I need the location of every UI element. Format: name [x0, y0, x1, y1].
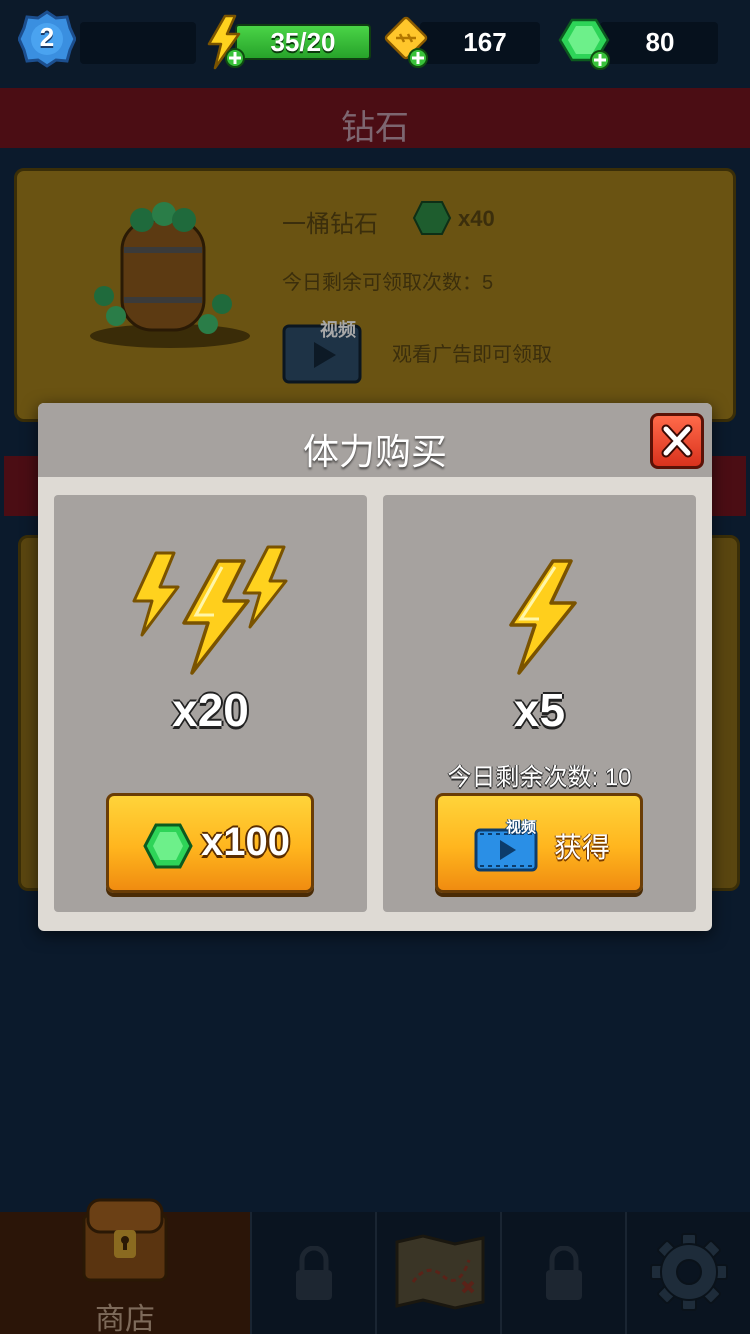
player-name-slot	[80, 22, 196, 64]
top-status-bar: 2 35/20 167 80	[0, 0, 750, 84]
watch-video-button[interactable]: 视频 获得	[435, 793, 643, 893]
get-button-label: 获得	[554, 832, 611, 863]
close-button[interactable]	[650, 413, 704, 469]
coin-count: 167	[463, 27, 507, 57]
dialog-title: 体力购买	[302, 431, 447, 472]
buy-with-gems-button[interactable]: x100	[106, 793, 314, 893]
energy-pack-video: x5 今日剩余次数: 10 视频 获得	[383, 495, 696, 912]
nav-tab-map[interactable]	[375, 1212, 500, 1334]
offer-remaining: 今日剩余可领取次数：5	[282, 272, 494, 294]
offer-quantity: x40	[458, 206, 495, 231]
gem-icon	[143, 823, 193, 869]
nav-label-shop: 商店	[95, 1303, 155, 1334]
gem-icon	[412, 201, 452, 235]
lightning-icon	[509, 559, 577, 675]
energy-pack-gems: x20 x100	[54, 495, 367, 912]
treasure-chest-icon	[82, 1198, 168, 1282]
energy-value: 35/20	[270, 27, 336, 57]
section-title: 钻石	[341, 109, 409, 147]
video-tag: 视频	[506, 819, 537, 836]
energy-amount: x5	[513, 684, 566, 736]
gem-count: 80	[645, 27, 675, 57]
coin-ticket-plus-icon[interactable]	[382, 14, 434, 70]
nav-tab-locked-2[interactable]	[500, 1212, 625, 1334]
energy-purchase-dialog: 体力购买 x20 x100 x5 今日剩余次数: 10 视频 获得	[38, 403, 712, 931]
nav-tab-settings[interactable]	[625, 1212, 750, 1334]
offer-title: 一桶钻石	[282, 211, 378, 238]
energy-amount: x20	[172, 684, 249, 736]
triple-lightning-icon	[132, 545, 288, 675]
gear-icon	[650, 1233, 728, 1311]
lock-icon	[546, 1246, 582, 1300]
nav-tab-shop[interactable]: 商店	[0, 1198, 250, 1334]
daily-remaining: 今日剩余次数: 10	[447, 764, 632, 791]
offer-hint: 观看广告即可领取	[392, 344, 552, 366]
lightning-plus-icon[interactable]	[205, 14, 249, 70]
player-level: 2	[39, 22, 55, 52]
gem-price: x100	[201, 820, 290, 864]
gem-plus-icon[interactable]	[558, 14, 614, 70]
close-icon	[661, 424, 693, 458]
lock-icon	[296, 1246, 332, 1300]
energy-meter[interactable]: 35/20	[205, 14, 371, 70]
treasure-map-icon	[395, 1234, 485, 1310]
video-tag: 视频	[320, 320, 356, 340]
bottom-navigation: 商店	[0, 1198, 750, 1334]
gem-barrel-icon	[90, 202, 250, 348]
nav-tab-locked-1[interactable]	[250, 1212, 375, 1334]
